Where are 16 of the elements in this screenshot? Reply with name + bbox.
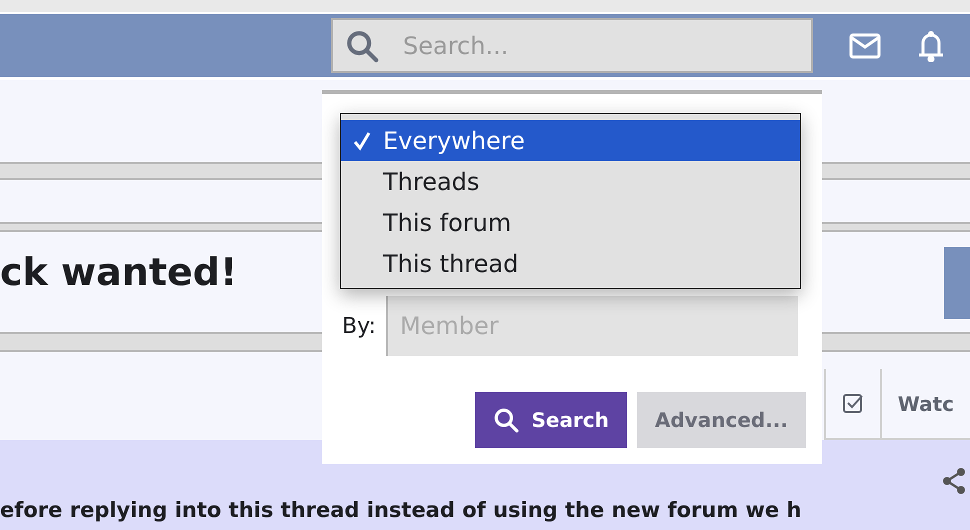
search-field[interactable]: Search...	[331, 18, 813, 73]
dropdown-option[interactable]: This forum	[341, 202, 800, 243]
advanced-button[interactable]: Advanced...	[636, 392, 806, 448]
search-button[interactable]: Search	[475, 392, 627, 448]
share-icon[interactable]	[942, 468, 966, 494]
by-label: By:	[342, 314, 376, 338]
search-icon	[345, 29, 379, 63]
checkbox-icon	[842, 392, 864, 414]
search-icon	[493, 407, 520, 433]
dropdown-option[interactable]: Threads	[341, 161, 800, 202]
check-icon	[353, 130, 371, 150]
dropdown-option[interactable]: Everywhere	[341, 120, 800, 161]
notice-text: efore replying into this thread instead of using the new forum we h	[0, 498, 802, 522]
dropdown-option[interactable]: This thread	[341, 243, 800, 284]
member-field[interactable]: Member	[386, 296, 798, 356]
thread-title: ck wanted!	[0, 250, 238, 294]
